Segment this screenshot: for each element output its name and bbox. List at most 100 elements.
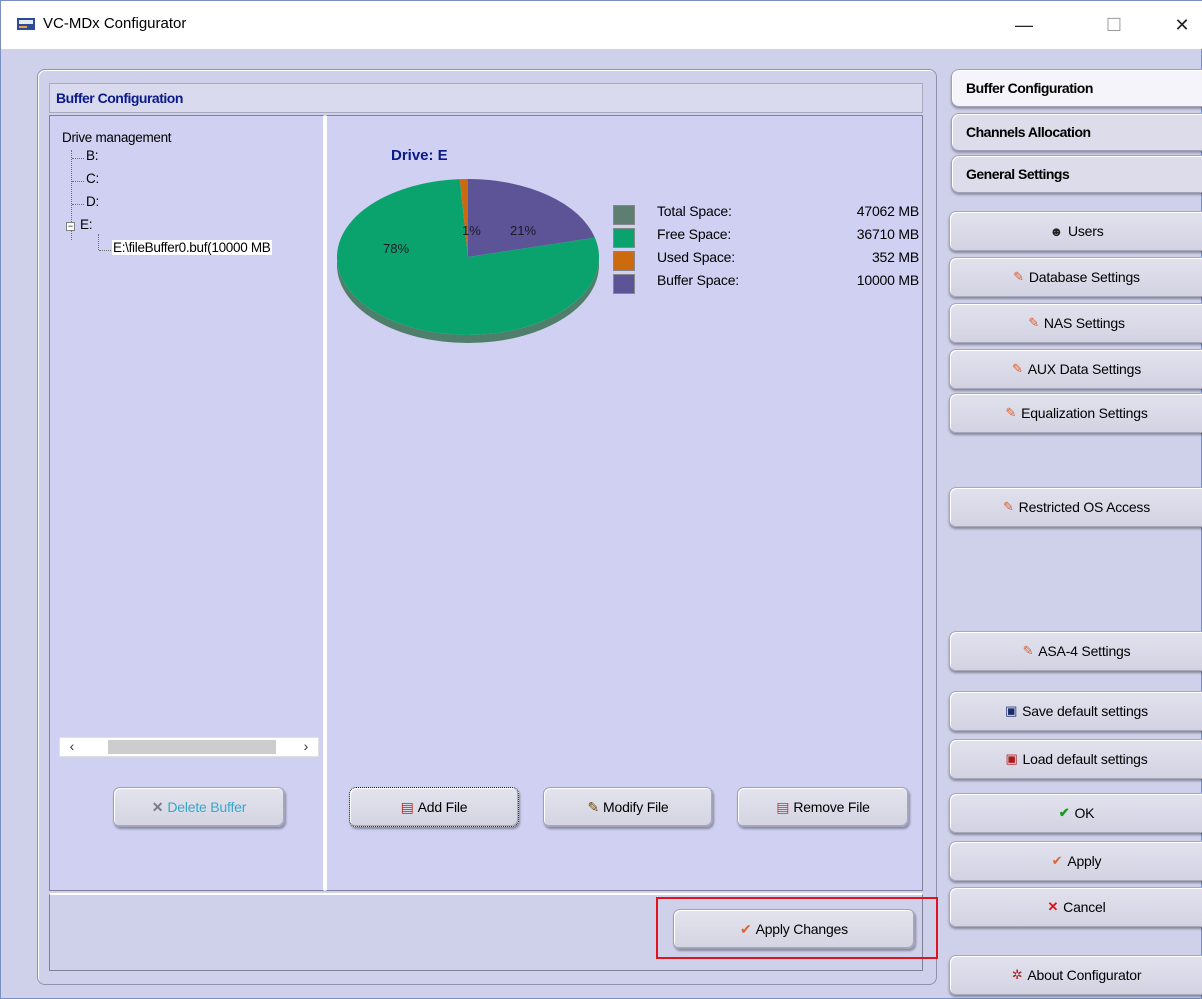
add-file-icon: ▤: [400, 799, 414, 815]
asa4-settings-button[interactable]: ✎ ASA-4 Settings: [949, 631, 1202, 671]
delete-buffer-label: Delete Buffer: [167, 799, 247, 815]
settings-pen-icon: ✎: [1022, 643, 1034, 658]
ok-button[interactable]: ✔ OK: [949, 793, 1202, 833]
tree-item-e[interactable]: E:: [80, 217, 92, 232]
save-default-settings-label: Save default settings: [1022, 703, 1148, 719]
users-icon: ☻: [1049, 223, 1063, 239]
legend-swatch: [613, 228, 635, 248]
minimize-button[interactable]: —: [1001, 9, 1047, 41]
tree-connector: [72, 158, 84, 159]
modify-file-label: Modify File: [603, 799, 669, 815]
cancel-label: Cancel: [1063, 899, 1106, 915]
pie-slices: [337, 179, 599, 335]
apply-button[interactable]: ✔ Apply: [949, 841, 1202, 881]
legend-swatch: [613, 274, 635, 294]
restricted-os-access-button[interactable]: ✎ Restricted OS Access: [949, 487, 1202, 527]
ok-label: OK: [1074, 805, 1095, 821]
legend-swatch: [613, 205, 635, 225]
aux-data-settings-button[interactable]: ✎ AUX Data Settings: [949, 349, 1202, 389]
app-window: VC-MDx Configurator — ☐ ✕ Buffer Configu…: [0, 0, 1202, 999]
remove-file-icon: ▤: [776, 799, 790, 815]
tree-root[interactable]: Drive management: [62, 130, 172, 145]
pie-label-used-space: 1%: [462, 223, 481, 238]
window-title: VC-MDx Configurator: [43, 15, 187, 32]
drive-pie-chart: 21% 78% 1%: [337, 179, 599, 343]
cancel-x-icon: ✕: [1047, 899, 1059, 914]
equalization-settings-label: Equalization Settings: [1021, 405, 1148, 421]
settings-pen-icon: ✎: [1011, 361, 1023, 376]
legend-value: 47062 MB: [856, 203, 919, 219]
settings-pen-icon: ✎: [1002, 499, 1014, 514]
cancel-button[interactable]: ✕ Cancel: [949, 887, 1202, 927]
modify-pencil-icon: ✎: [587, 799, 600, 815]
legend-value: 352 MB: [871, 249, 919, 265]
remove-file-label: Remove File: [793, 799, 870, 815]
maximize-button[interactable]: ☐: [1091, 9, 1137, 41]
legend-label: Free Space:: [657, 226, 732, 242]
remove-file-button[interactable]: ▤ Remove File: [737, 787, 909, 827]
scroll-right-arrow-icon[interactable]: ›: [296, 738, 316, 756]
load-default-settings-button[interactable]: ▣ Load default settings: [949, 739, 1202, 779]
save-disk-icon: ▣: [1005, 703, 1018, 718]
legend-row: Used Space: 352 MB: [613, 249, 919, 271]
tree-expander-icon[interactable]: −: [66, 222, 75, 231]
settings-pen-icon: ✎: [1013, 269, 1024, 284]
tree-connector: [72, 204, 84, 205]
tab-general-settings[interactable]: General Settings: [951, 155, 1202, 193]
legend-value: 36710 MB: [856, 226, 919, 242]
title-bar: VC-MDx Configurator — ☐ ✕: [1, 1, 1202, 49]
save-default-settings-button[interactable]: ▣ Save default settings: [949, 691, 1202, 731]
tree-connector: [72, 181, 84, 182]
aux-data-settings-label: AUX Data Settings: [1027, 361, 1142, 377]
section-title: Buffer Configuration: [56, 90, 183, 106]
legend-row: Buffer Space: 10000 MB: [613, 272, 919, 294]
pie-label-free-space: 78%: [383, 241, 409, 256]
tab-buffer-configuration[interactable]: Buffer Configuration: [951, 69, 1202, 107]
modify-file-button[interactable]: ✎ Modify File: [543, 787, 713, 827]
tree-connector: [99, 250, 111, 251]
tab-channels-allocation[interactable]: Channels Allocation: [951, 113, 1202, 151]
nas-settings-label: NAS Settings: [1043, 315, 1125, 331]
scroll-thumb[interactable]: [108, 740, 276, 754]
delete-x-icon: ✕: [151, 799, 164, 815]
about-icon: ✲: [1011, 967, 1023, 982]
tree-connector: [98, 234, 99, 250]
add-file-button[interactable]: ▤ Add File: [349, 787, 519, 827]
apply-label: Apply: [1067, 853, 1102, 869]
tree-item-file-buffer[interactable]: E:\fileBuffer0.buf(10000 MB: [112, 240, 272, 255]
equalization-settings-button[interactable]: ✎ Equalization Settings: [949, 393, 1202, 433]
about-configurator-button[interactable]: ✲ About Configurator: [949, 955, 1202, 995]
close-button[interactable]: ✕: [1159, 9, 1202, 41]
legend-label: Used Space:: [657, 249, 735, 265]
legend-swatch: [613, 251, 635, 271]
delete-buffer-button[interactable]: ✕ Delete Buffer: [113, 787, 285, 827]
legend-value: 10000 MB: [856, 272, 919, 288]
users-button[interactable]: ☻ Users: [949, 211, 1202, 251]
database-settings-label: Database Settings: [1028, 269, 1140, 285]
tree-item-d[interactable]: D:: [86, 194, 99, 209]
settings-pen-icon: ✎: [1028, 315, 1039, 330]
tree-item-b[interactable]: B:: [86, 148, 98, 163]
legend-row: Total Space: 47062 MB: [613, 203, 919, 225]
tree-item-c[interactable]: C:: [86, 171, 99, 186]
legend-row: Free Space: 36710 MB: [613, 226, 919, 248]
drive-tree: Drive management B: C: D: − E: E:\fileBu…: [62, 130, 324, 730]
about-configurator-label: About Configurator: [1027, 967, 1142, 983]
database-settings-button[interactable]: ✎ Database Settings: [949, 257, 1202, 297]
asa4-settings-label: ASA-4 Settings: [1038, 643, 1131, 659]
restricted-os-access-label: Restricted OS Access: [1018, 499, 1151, 515]
chart-title: Drive: E: [391, 147, 448, 164]
drive-tree-panel: Drive management B: C: D: − E: E:\fileBu…: [49, 115, 325, 891]
load-disk-icon: ▣: [1005, 751, 1018, 766]
settings-pen-icon: ✎: [1005, 405, 1017, 420]
pie-label-buffer-space: 21%: [510, 223, 536, 238]
nas-settings-button[interactable]: ✎ NAS Settings: [949, 303, 1202, 343]
users-label: Users: [1067, 223, 1104, 239]
highlight-annotation: [656, 897, 938, 959]
tree-horizontal-scrollbar[interactable]: ‹ ›: [59, 737, 319, 757]
app-icon: [17, 18, 35, 30]
scroll-left-arrow-icon[interactable]: ‹: [62, 738, 82, 756]
apply-check-icon: ✔: [1051, 853, 1063, 868]
legend-label: Total Space:: [657, 203, 732, 219]
legend-label: Buffer Space:: [657, 272, 739, 288]
